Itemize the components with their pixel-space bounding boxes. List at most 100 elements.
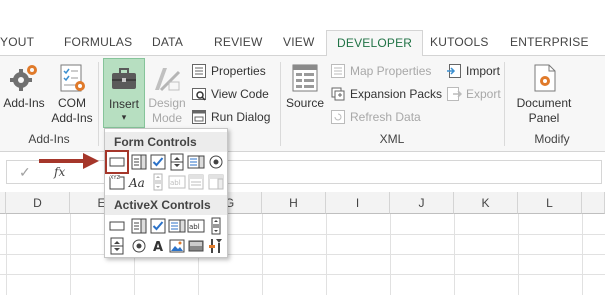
form-text-field-control[interactable]: abl: [168, 173, 186, 191]
map-properties-button[interactable]: Map Properties: [330, 61, 431, 81]
activex-list-box-control[interactable]: [168, 217, 186, 235]
refresh-data-button[interactable]: Refresh Data: [330, 107, 421, 127]
activex-image-control[interactable]: [168, 237, 186, 255]
form-combo-box-control[interactable]: [130, 153, 148, 171]
refresh-icon: [330, 109, 346, 125]
column-header-l[interactable]: L: [518, 192, 582, 214]
tab-developer[interactable]: DEVELOPER: [326, 30, 424, 57]
design-mode-line1: Design: [148, 96, 186, 110]
activex-combo-box-control[interactable]: [130, 217, 148, 235]
tab-enterprise[interactable]: ENTERPRISE: [510, 35, 589, 49]
form-label-control[interactable]: Aa: [128, 173, 150, 191]
activex-scroll-bar-control[interactable]: [207, 217, 225, 235]
activex-more-controls[interactable]: [207, 237, 225, 255]
export-icon: [446, 86, 463, 102]
column-header-d[interactable]: D: [6, 192, 70, 214]
document-panel-icon: [528, 62, 560, 94]
document-label-line2: Panel: [528, 111, 560, 125]
group-label-modify: Modify: [534, 132, 570, 146]
design-mode-button[interactable]: Design Mode: [146, 62, 188, 126]
expansion-packs-icon: [330, 86, 346, 102]
activex-option-button-control[interactable]: [130, 237, 148, 255]
form-button-control[interactable]: [105, 150, 129, 174]
column-line: [518, 214, 519, 295]
tab-review[interactable]: REVIEW: [214, 35, 263, 49]
column-header-h[interactable]: H: [262, 192, 326, 214]
column-header-j[interactable]: J: [390, 192, 454, 214]
map-properties-label: Map Properties: [350, 64, 432, 78]
export-button[interactable]: Export: [446, 84, 501, 104]
com-label-line2: Add-Ins: [51, 111, 93, 125]
design-mode-line2: Mode: [151, 111, 183, 125]
form-list-box-control[interactable]: [187, 153, 205, 171]
com-label-line1: COM: [58, 96, 86, 110]
ribbon-tabs: YOUT FORMULAS DATA REVIEW VIEW DEVELOPER…: [0, 30, 605, 57]
run-dialog-button[interactable]: Run Dialog: [191, 107, 270, 127]
view-code-icon: [191, 86, 207, 102]
import-button[interactable]: Import: [446, 61, 500, 81]
document-label-line1: Document: [516, 96, 572, 110]
activex-checkbox-control[interactable]: [149, 217, 167, 235]
row-line: [0, 234, 605, 235]
form-combo-list-edit-control[interactable]: [187, 173, 205, 191]
form-combo-drop-down-edit-control[interactable]: [207, 173, 225, 191]
run-dialog-icon: [191, 109, 207, 125]
form-text-field-glyph: abl: [170, 179, 181, 187]
properties-button[interactable]: Properties: [191, 61, 266, 81]
form-spin-button-control[interactable]: [168, 153, 186, 171]
expansion-packs-button[interactable]: Expansion Packs: [330, 84, 442, 104]
import-icon: [446, 63, 462, 79]
run-dialog-label: Run Dialog: [211, 110, 271, 124]
document-panel-button[interactable]: Document Panel: [511, 62, 577, 126]
tab-data[interactable]: DATA: [152, 35, 183, 49]
column-line: [6, 214, 7, 295]
form-option-button-control[interactable]: [207, 153, 225, 171]
activex-command-button-control[interactable]: [108, 217, 126, 235]
tab-page-layout[interactable]: YOUT: [0, 35, 34, 49]
column-header-k[interactable]: K: [454, 192, 518, 214]
highlight-arrow-icon: [39, 153, 99, 169]
activex-text-box-glyph: abl: [189, 223, 200, 231]
activex-toggle-button-control[interactable]: [187, 237, 205, 255]
import-label: Import: [466, 64, 501, 78]
activex-label-glyph: A: [153, 240, 163, 255]
insert-button[interactable]: Insert ▾: [103, 58, 145, 128]
column-line: [70, 214, 71, 295]
insert-label: Insert: [108, 97, 139, 111]
export-label: Export: [466, 87, 501, 101]
form-group-box-control[interactable]: XYZ: [108, 173, 126, 191]
enter-check-icon[interactable]: ✓: [19, 164, 31, 181]
form-controls-header: Form Controls: [105, 132, 227, 152]
row-line: [0, 274, 605, 275]
source-button[interactable]: Source: [284, 62, 326, 111]
add-ins-button[interactable]: Add-Ins: [2, 62, 46, 111]
column-line: [390, 214, 391, 295]
form-checkbox-control[interactable]: [149, 153, 167, 171]
column-line: [454, 214, 455, 295]
activex-label-control[interactable]: A: [149, 237, 167, 255]
group-separator: [98, 62, 99, 146]
expansion-packs-label: Expansion Packs: [350, 87, 443, 101]
worksheet-grid[interactable]: D E F G H I J K L: [0, 192, 605, 295]
tab-formulas[interactable]: FORMULAS: [64, 35, 132, 49]
view-code-label: View Code: [211, 87, 269, 101]
form-scroll-bar-control[interactable]: [149, 173, 167, 191]
view-code-button[interactable]: View Code: [191, 84, 269, 104]
activex-text-box-control[interactable]: abl: [187, 217, 205, 235]
activex-spin-button-control[interactable]: [108, 237, 126, 255]
add-ins-label: Add-Ins: [3, 96, 45, 110]
com-add-ins-button[interactable]: COM Add-Ins: [50, 62, 94, 126]
design-mode-icon: [151, 62, 183, 94]
source-label: Source: [285, 96, 325, 110]
tab-kutools[interactable]: KUTOOLS: [430, 35, 489, 49]
xml-source-icon: [289, 62, 321, 94]
column-header-i[interactable]: I: [326, 192, 390, 214]
tab-view[interactable]: VIEW: [283, 35, 314, 49]
toolbox-icon: [108, 63, 140, 95]
gear-icon: [8, 62, 40, 94]
activex-controls-header: ActiveX Controls: [105, 195, 227, 215]
properties-icon: [191, 63, 207, 79]
properties-label: Properties: [211, 64, 266, 78]
column-line: [582, 214, 583, 295]
column-line: [326, 214, 327, 295]
